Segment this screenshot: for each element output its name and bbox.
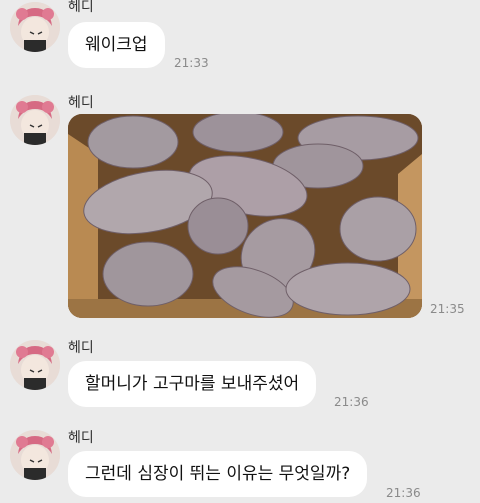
- avatar-image: [10, 340, 60, 390]
- message-group: 헤디 21:35: [0, 90, 480, 330]
- message-group: 헤디 웨이크업 21:33: [0, 0, 480, 80]
- avatar[interactable]: [10, 2, 60, 52]
- message-bubble[interactable]: 그런데 심장이 뛰는 이유는 무엇일까?: [68, 451, 368, 497]
- message-time: 21:33: [174, 56, 209, 70]
- sender-name: 헤디: [68, 95, 94, 111]
- avatar[interactable]: [10, 340, 60, 390]
- sender-name: 헤디: [68, 340, 94, 356]
- sender-name: 헤디: [68, 430, 94, 446]
- message-group: 헤디 할머니가 고구마를 보내주셨어 21:36: [0, 335, 480, 415]
- avatar[interactable]: [10, 95, 60, 145]
- sender-name: 헤디: [68, 0, 94, 15]
- message-bubble[interactable]: 할머니가 고구마를 보내주셨어: [68, 361, 317, 407]
- message-time: 21:36: [386, 486, 421, 500]
- message-group: 헤디 그런데 심장이 뛰는 이유는 무엇일까? 21:36: [0, 425, 480, 503]
- sweet-potatoes-photo: [68, 114, 422, 318]
- avatar-image: [10, 2, 60, 52]
- photo-message[interactable]: [68, 114, 422, 318]
- message-time: 21:35: [430, 302, 465, 316]
- avatar[interactable]: [10, 430, 60, 480]
- message-bubble[interactable]: 웨이크업: [68, 22, 165, 68]
- avatar-image: [10, 430, 60, 480]
- avatar-image: [10, 95, 60, 145]
- message-time: 21:36: [334, 395, 369, 409]
